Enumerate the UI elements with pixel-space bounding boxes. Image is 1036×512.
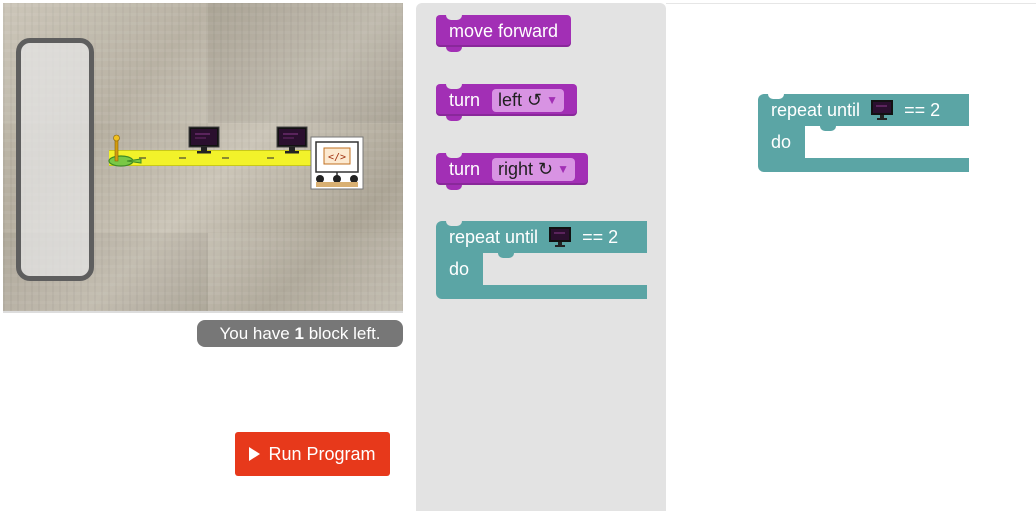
repeat-footer [758, 158, 969, 172]
ground-tile [208, 3, 403, 123]
start-marker-icon [108, 134, 142, 167]
block-notch [446, 221, 462, 226]
repeat-until-label: repeat until [449, 226, 539, 247]
blocks-left-count: 1 [294, 324, 304, 343]
dropdown-arrow-icon: ▼ [546, 93, 559, 107]
repeat-footer [436, 285, 647, 299]
turn-direction-value: right ↻ [498, 158, 554, 179]
turn-left-block[interactable]: turn left ↺ ▼ [436, 84, 578, 121]
turn-label: turn [449, 158, 481, 179]
maze-bottom-border [3, 311, 403, 313]
dropdown-arrow-icon: ▼ [557, 162, 570, 176]
turn-right-block[interactable]: turn right ↻ ▼ [436, 153, 589, 190]
side-panel [16, 38, 94, 281]
blocks-left-badge: You have 1 block left. [197, 320, 403, 347]
repeat-until-block[interactable]: repeat until == 2 do [758, 94, 969, 172]
blocks-left-suffix: block left. [308, 324, 381, 343]
goal-label: </> [328, 152, 346, 163]
run-program-button[interactable]: Run Program [235, 432, 390, 476]
ground-tile [208, 233, 403, 313]
repeat-until-label: repeat until [771, 99, 861, 120]
blocks-left-prefix: You have [219, 324, 290, 343]
repeat-condition: == 2 [582, 226, 619, 247]
turn-direction-dropdown[interactable]: right ↻ ▼ [492, 157, 576, 181]
path-tick [222, 157, 229, 159]
turn-direction-dropdown[interactable]: left ↺ ▼ [492, 88, 565, 112]
path-tick [267, 157, 274, 159]
do-label: do [771, 132, 792, 152]
repeat-until-block[interactable]: repeat until == 2 do [436, 221, 647, 299]
code-board-goal-icon: </> [310, 136, 364, 190]
block-notch [820, 126, 836, 131]
repeat-condition: == 2 [904, 99, 941, 120]
move-forward-label: move forward [449, 20, 559, 41]
block-notch [498, 253, 514, 258]
toolbox: move forward turn left ↺ ▼ turn right ↻ … [416, 3, 666, 511]
move-forward-block[interactable]: move forward [436, 15, 572, 52]
turn-direction-value: left ↺ [498, 89, 543, 110]
repeat-header: repeat until == 2 [758, 94, 969, 126]
repeat-header: repeat until == 2 [436, 221, 647, 253]
computer-icon [871, 100, 894, 120]
computer-icon [276, 126, 308, 154]
computer-icon [188, 126, 220, 154]
do-label: do [449, 259, 470, 279]
turn-label: turn [449, 89, 481, 110]
run-program-label: Run Program [268, 443, 376, 464]
computer-icon [549, 227, 572, 247]
block-notch [768, 94, 784, 99]
path-tick [179, 157, 186, 159]
play-icon [249, 447, 261, 461]
workspace[interactable]: repeat until == 2 do [666, 3, 1036, 512]
maze-area: </> [3, 3, 403, 313]
